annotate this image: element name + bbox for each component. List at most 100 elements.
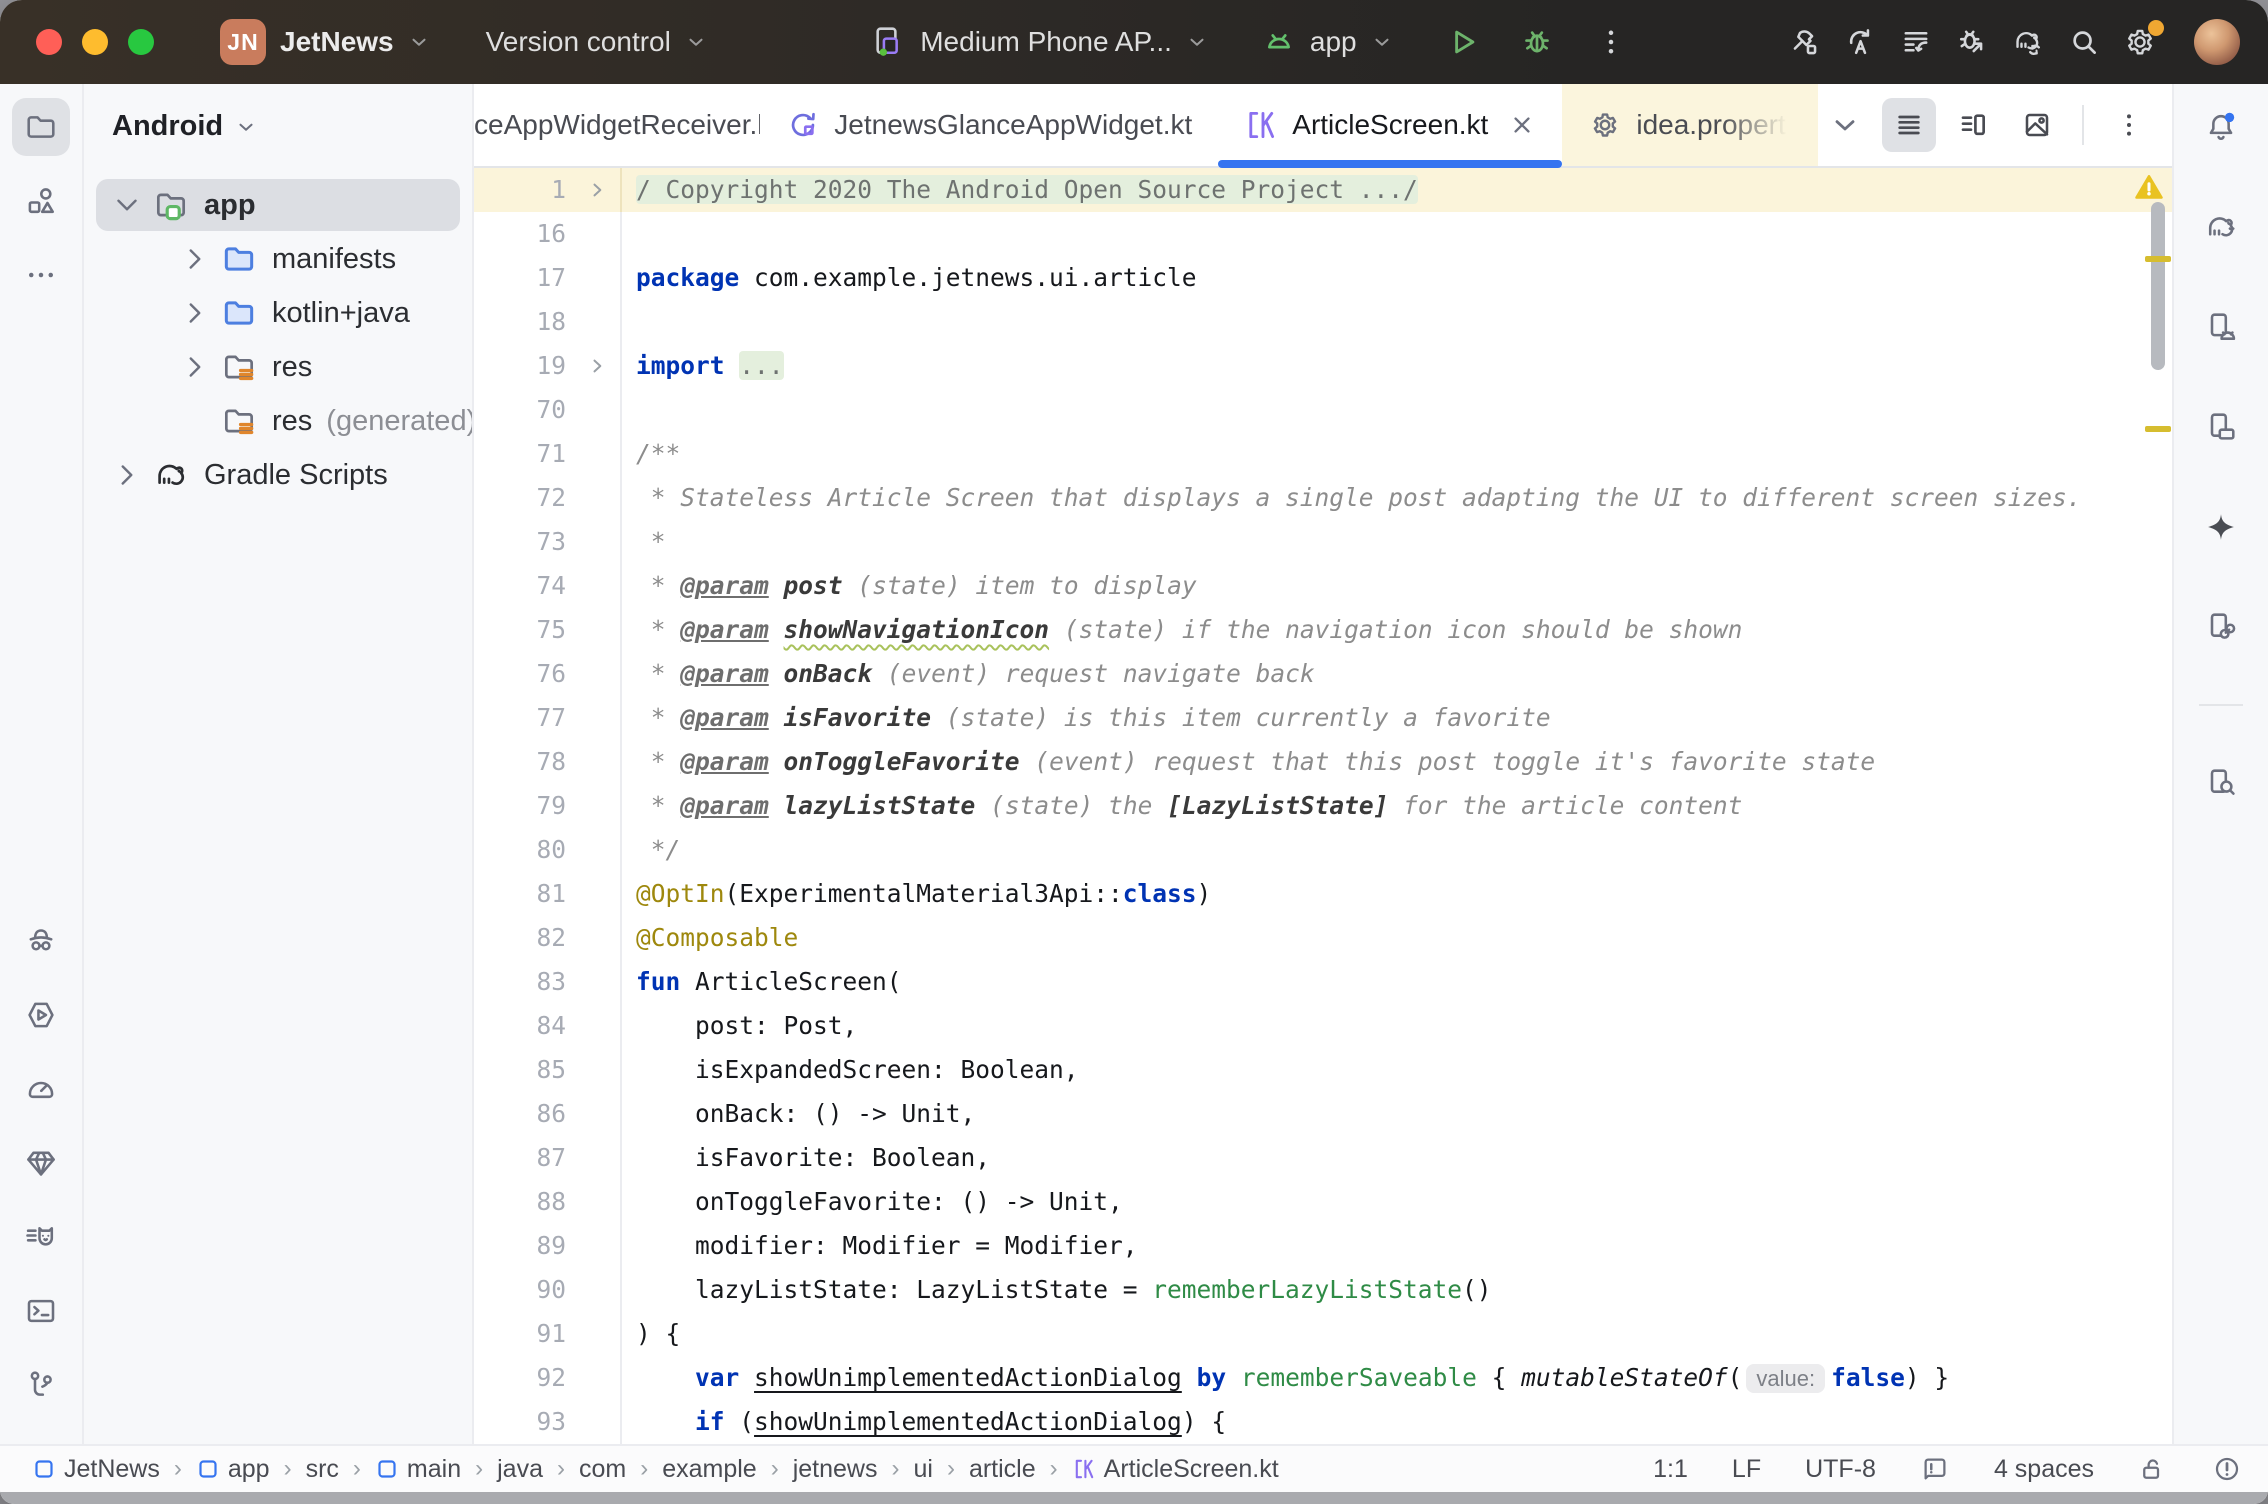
tab-label: idea.properti [1636,109,1792,141]
tree-item-res[interactable]: res(generated) [96,395,460,447]
tool-window-gradle[interactable] [2192,198,2250,256]
run-configuration-selector[interactable]: app [1248,17,1407,67]
breadcrumb-jetnews[interactable]: jetnews [787,1453,884,1486]
vcs-widget[interactable]: Version control [472,18,721,66]
breadcrumb-jetnews[interactable]: JetNews [26,1453,166,1486]
tool-window-profiler[interactable] [12,1060,70,1118]
chevron-down-icon[interactable] [110,188,144,222]
run-button[interactable] [1435,14,1491,70]
breadcrumb-main[interactable]: main [369,1453,467,1486]
chevron-right-icon[interactable] [178,296,212,330]
code-line-1: 1/ Copyright 2020 The Android Open Sourc… [474,168,2172,212]
tab-idea-properties[interactable]: idea.properti [1562,84,1818,166]
device-selector[interactable]: Medium Phone AP... [858,17,1222,67]
module-folder-icon [152,186,190,224]
breadcrumb-java[interactable]: java [491,1453,549,1486]
tool-window-project[interactable] [12,98,70,156]
tree-item-gradle-scripts[interactable]: Gradle Scripts [96,449,460,501]
git-branch-icon [23,1367,59,1403]
chevron-right-icon[interactable] [110,458,144,492]
gradle-sync-button[interactable] [2000,14,2056,70]
tree-item-manifests[interactable]: manifests [96,233,460,285]
tab-glanceappwidgetreceiver[interactable]: ceAppWidgetReceiver.kt [474,84,760,166]
scrollbar-thumb[interactable] [2151,202,2165,370]
editor-scrollbar[interactable] [2144,168,2172,1444]
search-everywhere-button[interactable] [2056,14,2112,70]
inspection-highlighting-widget[interactable] [2212,1454,2242,1484]
code-line-80: 80 */ [474,828,2172,872]
message-exclamation-icon [1920,1454,1950,1484]
caret-position-widget[interactable]: 1:1 [1653,1455,1688,1484]
more-run-actions-button[interactable] [1583,14,1639,70]
notifications-widget[interactable] [1920,1454,1950,1484]
tree-item-res[interactable]: res [96,341,460,393]
tool-window-device-explorer[interactable] [2192,754,2250,812]
breadcrumb-example[interactable]: example [656,1453,763,1486]
minimize-window-button[interactable] [82,29,108,55]
tool-window-app-inspection[interactable] [12,986,70,1044]
line-separator-widget[interactable]: LF [1732,1455,1761,1484]
breadcrumb-article[interactable]: article [963,1453,1042,1486]
profiler-button[interactable] [1888,14,1944,70]
tool-window-resource-manager[interactable] [12,172,70,230]
tool-window-logcat[interactable] [12,1208,70,1266]
inspections-warning-icon[interactable] [2132,172,2166,202]
attach-debugger-button[interactable] [1944,14,2000,70]
encoding-widget[interactable]: UTF-8 [1805,1455,1876,1484]
code-text: fun ArticleScreen( [622,960,902,1004]
chevron-down-icon [408,31,430,53]
tool-window-device-manager[interactable] [2192,298,2250,356]
debug-button[interactable] [1509,14,1565,70]
user-avatar[interactable] [2194,19,2240,65]
breadcrumb-articlescreen-kt[interactable]: ArticleScreen.kt [1066,1453,1285,1486]
code-line-85: 85 isExpandedScreen: Boolean, [474,1048,2172,1092]
tab-jetnewsglanceappwidget[interactable]: JetnewsGlanceAppWidget.kt [760,84,1218,166]
fold-toggle-icon[interactable] [574,168,622,212]
gradle-elephant-icon [152,456,190,494]
warning-stripe-mark[interactable] [2145,426,2171,432]
editor-options-button[interactable] [2102,98,2156,152]
project-widget[interactable]: JN JetNews [206,11,444,73]
chevron-right-icon[interactable] [178,350,212,384]
gutter [574,1356,622,1400]
code-text: lazyListState: LazyListState = rememberL… [622,1268,1492,1312]
close-window-button[interactable] [36,29,62,55]
tool-window-terminal[interactable] [12,1282,70,1340]
divider [2199,704,2243,706]
tool-window-running-devices[interactable] [2192,398,2250,456]
design-view-button[interactable] [2010,98,2064,152]
tool-window-gemini[interactable] [2192,498,2250,556]
build-button[interactable] [1776,14,1832,70]
tool-window-more-tool-windows[interactable] [12,246,70,304]
tool-window-app-quality-insights[interactable] [12,912,70,970]
zoom-window-button[interactable] [128,29,154,55]
tool-window-app-links-assistant[interactable] [12,1134,70,1192]
hidden-tabs-button[interactable] [1818,98,1872,152]
breadcrumb-app[interactable]: app [190,1453,276,1486]
tree-item-kotlin-java[interactable]: kotlin+java [96,287,460,339]
chevron-right-icon[interactable] [178,242,212,276]
breadcrumb-src[interactable]: src [300,1453,345,1486]
sync-changes-button[interactable] [1832,14,1888,70]
code-view-button[interactable] [1882,98,1936,152]
tool-window-version-control[interactable] [12,1356,70,1414]
breadcrumb-com[interactable]: com [573,1453,632,1486]
breadcrumb-ui[interactable]: ui [907,1453,938,1486]
code-editor[interactable]: 1/ Copyright 2020 The Android Open Sourc… [474,168,2172,1444]
breadcrumbs: JetNews›app›src›main›java›com›example›je… [26,1453,1285,1486]
close-tab-icon[interactable] [1508,111,1536,139]
code-line-91: 91) { [474,1312,2172,1356]
breadcrumb-separator: › [351,1455,363,1483]
project-view-selector[interactable]: Android [84,100,472,153]
terminal-icon [23,1293,59,1329]
tab-articlescreen[interactable]: ArticleScreen.kt [1218,84,1562,166]
read-only-toggle[interactable] [2138,1454,2168,1484]
circle-exclamation-icon [2212,1454,2242,1484]
tool-window-device-mirroring[interactable] [2192,598,2250,656]
indent-widget[interactable]: 4 spaces [1994,1455,2094,1484]
split-view-button[interactable] [1946,98,2000,152]
tool-window-notifications[interactable] [2192,98,2250,156]
fold-toggle-icon[interactable] [574,344,622,388]
warning-stripe-mark[interactable] [2145,256,2171,262]
tree-item-app[interactable]: app [96,179,460,231]
